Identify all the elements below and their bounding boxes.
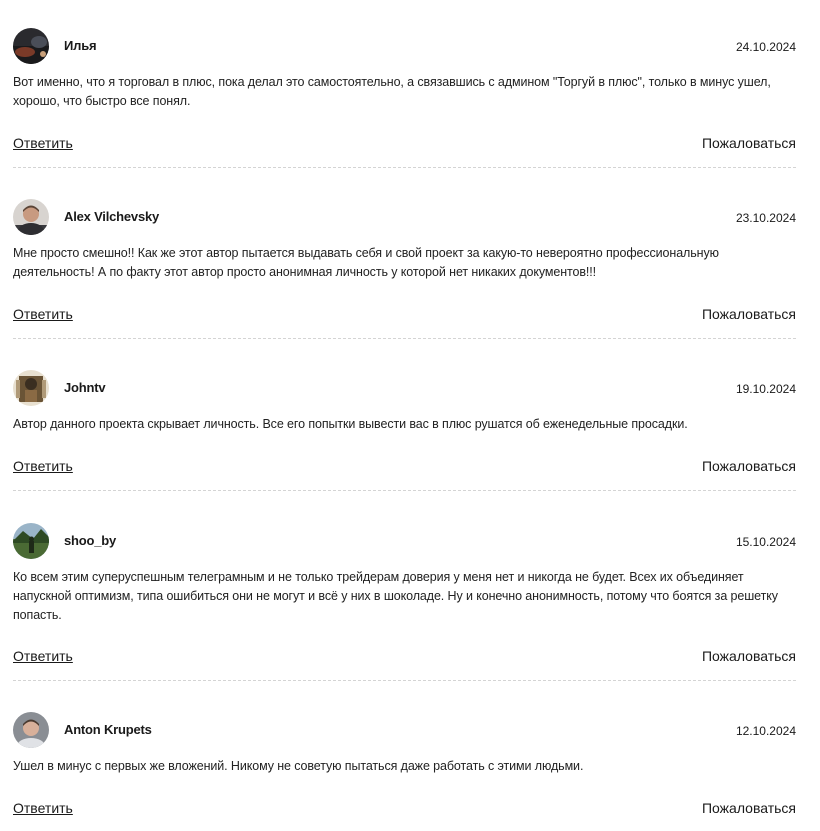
comment-item: Илья 24.10.2024 Вот именно, что я торгов…: [13, 28, 796, 111]
comment-text: Автор данного проекта скрывает личность.…: [13, 417, 688, 431]
comment-actions: Ответить Пожаловаться: [13, 800, 796, 820]
comment-header: Илья 24.10.2024: [13, 28, 796, 64]
comment-text: Вот именно, что я торговал в плюс, пока …: [13, 75, 771, 108]
user-avatar: [13, 28, 49, 64]
comment-author: Alex Vilchevsky: [64, 209, 160, 224]
comment-divider: [13, 167, 796, 168]
comment-item: Johntv 19.10.2024 Автор данного проекта …: [13, 370, 796, 434]
comment-author: Johntv: [64, 380, 106, 395]
reply-button[interactable]: Ответить: [13, 648, 73, 664]
comments-list: Илья 24.10.2024 Вот именно, что я торгов…: [0, 0, 820, 831]
comment-author: Илья: [64, 38, 97, 53]
reply-button[interactable]: Ответить: [13, 458, 73, 474]
comment-item: shoo_by 15.10.2024 Ко всем этим суперусп…: [13, 523, 796, 625]
reply-button[interactable]: Ответить: [13, 800, 73, 816]
comment-divider: [13, 490, 796, 491]
report-button[interactable]: Пожаловаться: [702, 648, 796, 664]
comment-item: Alex Vilchevsky 23.10.2024 Мне просто см…: [13, 199, 796, 282]
comment-header: Alex Vilchevsky 23.10.2024: [13, 199, 796, 235]
comment-text: Ко всем этим суперуспешным телеграмным и…: [13, 570, 778, 622]
comment-author: Anton Krupets: [64, 722, 152, 737]
comment-header: Anton Krupets 12.10.2024: [13, 712, 796, 748]
reply-button[interactable]: Ответить: [13, 135, 73, 151]
user-avatar: [13, 199, 49, 235]
comment-divider: [13, 338, 796, 339]
report-button[interactable]: Пожаловаться: [702, 135, 796, 151]
user-avatar: [13, 370, 49, 406]
comment-date: 19.10.2024: [735, 382, 796, 396]
comment-item: Anton Krupets 12.10.2024 Ушел в минус с …: [13, 712, 796, 776]
comment-date: 15.10.2024: [735, 535, 796, 549]
comment-text: Ушел в минус с первых же вложений. Ником…: [13, 759, 584, 773]
user-avatar: [13, 523, 49, 559]
comment-date: 24.10.2024: [735, 40, 796, 54]
comment-text: Мне просто смешно!! Как же этот автор пы…: [13, 246, 719, 279]
comment-header: Johntv 19.10.2024: [13, 370, 796, 406]
comment-actions: Ответить Пожаловаться: [13, 648, 796, 668]
comment-header: shoo_by 15.10.2024: [13, 523, 796, 559]
reply-button[interactable]: Ответить: [13, 306, 73, 322]
comment-date: 12.10.2024: [735, 724, 796, 738]
comment-author: shoo_by: [64, 533, 117, 548]
report-button[interactable]: Пожаловаться: [702, 800, 796, 816]
user-avatar: [13, 712, 49, 748]
comment-actions: Ответить Пожаловаться: [13, 306, 796, 326]
comment-actions: Ответить Пожаловаться: [13, 135, 796, 155]
comment-actions: Ответить Пожаловаться: [13, 458, 796, 478]
comment-date: 23.10.2024: [735, 211, 796, 225]
comment-divider: [13, 680, 796, 681]
report-button[interactable]: Пожаловаться: [702, 306, 796, 322]
report-button[interactable]: Пожаловаться: [702, 458, 796, 474]
